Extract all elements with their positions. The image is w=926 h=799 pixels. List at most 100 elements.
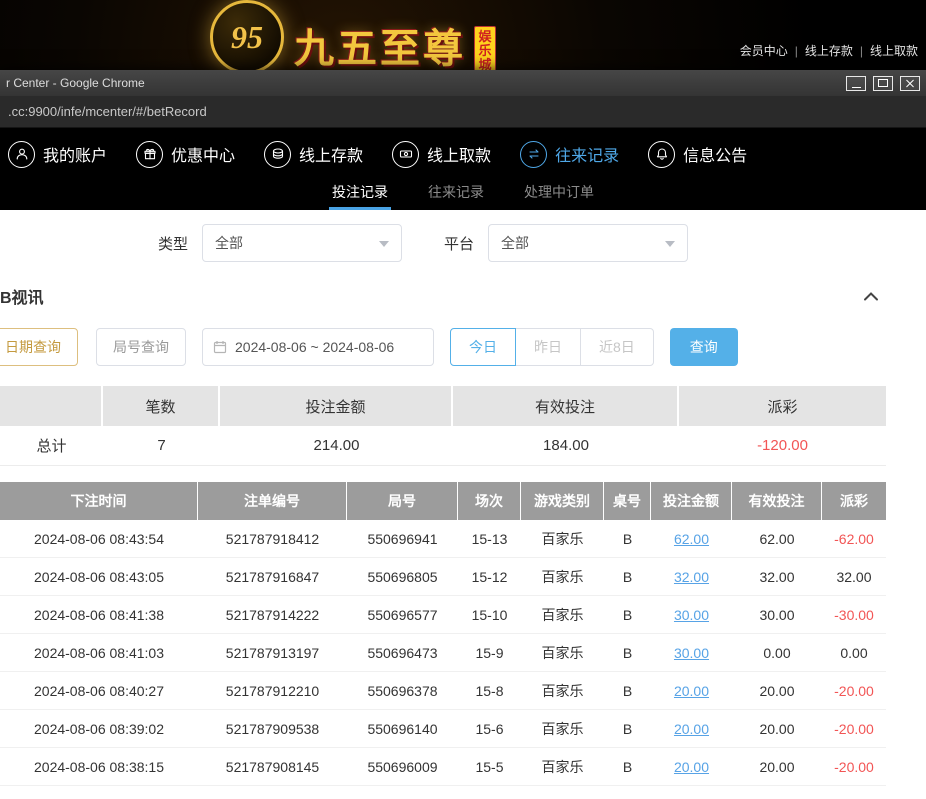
logo-badge: 娱 乐 城: [474, 26, 496, 76]
cell-bet-no: 521787916847: [198, 558, 347, 595]
search-button[interactable]: 查询: [670, 328, 738, 366]
nav-item-announcements[interactable]: 信息公告: [648, 141, 747, 168]
date-query-button[interactable]: 日期查询: [0, 328, 78, 366]
today-button[interactable]: 今日: [450, 328, 516, 366]
type-select-value: 全部: [215, 233, 243, 253]
logo-coin-icon: 95: [210, 0, 284, 74]
cell-bet-amount-link[interactable]: 20.00: [651, 710, 732, 747]
date-range-picker[interactable]: 2024-08-06 ~ 2024-08-06: [202, 328, 434, 366]
nav-item-withdraw[interactable]: 线上取款: [392, 141, 491, 168]
link-online-withdraw[interactable]: 线上取款: [870, 42, 918, 59]
recent-8-days-button[interactable]: 近8日: [580, 328, 654, 366]
cell-bet-amount-link[interactable]: 62.00: [651, 520, 732, 557]
bell-icon: [648, 141, 675, 168]
records-icon: [520, 141, 547, 168]
browser-window: r Center - Google Chrome .cc:9900/infe/m…: [0, 70, 926, 799]
cell-bet-no: 521787914222: [198, 596, 347, 633]
summary-total-label: 总计: [0, 426, 103, 465]
close-button[interactable]: [900, 76, 920, 91]
cell-session: 15-6: [458, 710, 521, 747]
withdraw-icon: [392, 141, 419, 168]
cell-bet-amount-link[interactable]: 30.00: [651, 634, 732, 671]
table-row: 2024-08-06 08:39:02 521787909538 5506961…: [0, 710, 886, 748]
cell-round: 550696473: [347, 634, 458, 671]
tab-processing-orders[interactable]: 处理中订单: [521, 176, 597, 210]
summary-header-count: 笔数: [103, 386, 220, 426]
cell-payout: -20.00: [822, 710, 886, 747]
date-range-value: 2024-08-06 ~ 2024-08-06: [235, 339, 394, 355]
calendar-icon: [213, 340, 227, 354]
cell-session: 15-8: [458, 672, 521, 709]
cell-table: B: [604, 634, 651, 671]
chevron-down-icon: [379, 241, 389, 247]
nav-label: 信息公告: [683, 142, 747, 166]
main-nav: 我的账户 优惠中心 线上存款: [0, 128, 926, 176]
cell-round: 550696577: [347, 596, 458, 633]
summary-header-payout: 派彩: [679, 386, 886, 426]
cell-session: 15-9: [458, 634, 521, 671]
deposit-icon: [264, 141, 291, 168]
content-area: 类型 全部 平台 全部 B视讯 日期查询: [0, 210, 926, 799]
col-header-time: 下注时间: [0, 482, 198, 520]
nav-item-promotions[interactable]: 优惠中心: [136, 141, 235, 168]
cell-payout: 32.00: [822, 558, 886, 595]
cell-round: 550696378: [347, 672, 458, 709]
cell-bet-amount-link[interactable]: 20.00: [651, 672, 732, 709]
cell-game: 百家乐: [521, 748, 604, 785]
type-select[interactable]: 全部: [202, 224, 402, 262]
cell-round: 550696805: [347, 558, 458, 595]
link-separator: |: [860, 44, 863, 58]
cell-time: 2024-08-06 08:40:27: [0, 672, 198, 709]
cell-round: 550696140: [347, 710, 458, 747]
table-row: 2024-08-06 08:38:15 521787908145 5506960…: [0, 748, 886, 786]
summary-total-row: 总计 7 214.00 184.00 -120.00: [0, 426, 886, 466]
platform-select[interactable]: 全部: [488, 224, 688, 262]
bet-records-table: 下注时间 注单编号 局号 场次 游戏类别 桌号 投注金额 有效投注 派彩 202…: [0, 482, 886, 786]
nav-item-transaction-records[interactable]: 往来记录: [520, 141, 619, 168]
cell-table: B: [604, 558, 651, 595]
table-header-row: 下注时间 注单编号 局号 场次 游戏类别 桌号 投注金额 有效投注 派彩: [0, 482, 886, 520]
summary-header-row: 笔数 投注金额 有效投注 派彩: [0, 386, 886, 426]
badge-char: 娱: [478, 30, 491, 44]
window-titlebar[interactable]: r Center - Google Chrome: [0, 70, 926, 96]
cell-valid-bet: 32.00: [732, 558, 822, 595]
nav-label: 线上取款: [427, 142, 491, 166]
round-query-button[interactable]: 局号查询: [96, 328, 186, 366]
cell-table: B: [604, 596, 651, 633]
date-shortcut-group: 今日 昨日 近8日: [450, 328, 654, 366]
cell-bet-amount-link[interactable]: 32.00: [651, 558, 732, 595]
cell-valid-bet: 30.00: [732, 596, 822, 633]
minimize-button[interactable]: [846, 76, 866, 91]
collapse-chevron-up-icon[interactable]: [862, 290, 880, 302]
cell-table: B: [604, 520, 651, 557]
maximize-button[interactable]: [873, 76, 893, 91]
tab-transaction-records[interactable]: 往来记录: [425, 176, 487, 210]
link-online-deposit[interactable]: 线上存款: [805, 42, 853, 59]
cell-game: 百家乐: [521, 558, 604, 595]
summary-payout: -120.00: [679, 426, 886, 465]
cell-session: 15-12: [458, 558, 521, 595]
cell-bet-amount-link[interactable]: 30.00: [651, 596, 732, 633]
cell-valid-bet: 20.00: [732, 710, 822, 747]
cell-payout: -20.00: [822, 748, 886, 785]
query-bar: 日期查询 局号查询 2024-08-06 ~ 2024-08-06 今日 昨日 …: [0, 328, 926, 366]
cell-session: 15-5: [458, 748, 521, 785]
tab-bet-records[interactable]: 投注记录: [329, 176, 391, 210]
col-header-round: 局号: [347, 482, 458, 520]
table-row: 2024-08-06 08:41:03 521787913197 5506964…: [0, 634, 886, 672]
table-row: 2024-08-06 08:40:27 521787912210 5506963…: [0, 672, 886, 710]
cell-bet-amount-link[interactable]: 20.00: [651, 748, 732, 785]
nav-item-my-account[interactable]: 我的账户: [8, 141, 107, 168]
link-member-center[interactable]: 会员中心: [740, 42, 788, 59]
summary-header-bet: 投注金额: [220, 386, 453, 426]
cell-payout: 0.00: [822, 634, 886, 671]
member-center-page: 我的账户 优惠中心 线上存款: [0, 128, 926, 799]
gift-icon: [136, 141, 163, 168]
cell-payout: -30.00: [822, 596, 886, 633]
filter-row: 类型 全部 平台 全部: [158, 224, 926, 262]
cell-payout: -20.00: [822, 672, 886, 709]
nav-item-deposit[interactable]: 线上存款: [264, 141, 363, 168]
yesterday-button[interactable]: 昨日: [515, 328, 581, 366]
cell-bet-no: 521787909538: [198, 710, 347, 747]
cell-game: 百家乐: [521, 596, 604, 633]
